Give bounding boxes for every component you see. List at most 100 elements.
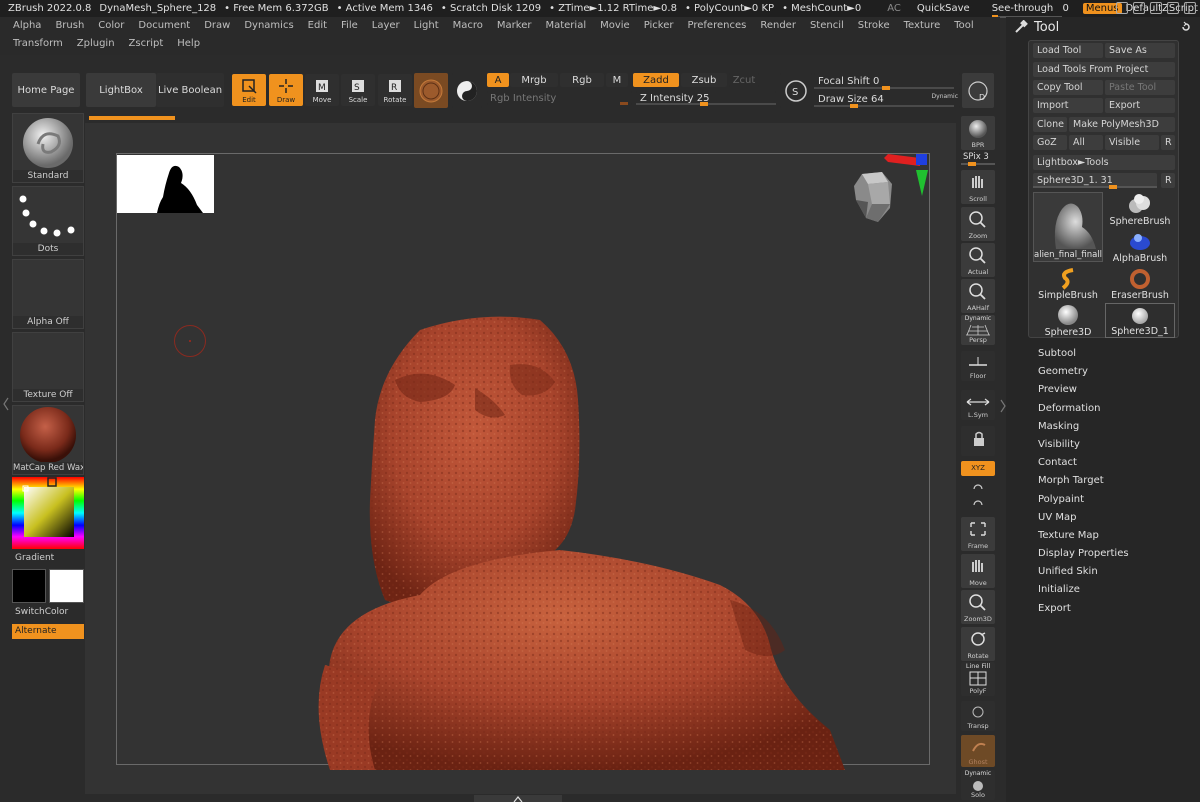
material-tile[interactable]: MatCap Red Wax <box>12 405 84 475</box>
tool-thumb-alien[interactable]: alien_final_finall <box>1033 192 1103 262</box>
goz-button[interactable]: GoZ <box>1033 135 1067 150</box>
actual-button[interactable]: Actual <box>961 243 995 277</box>
layout-icon[interactable] <box>1133 2 1145 14</box>
menu-render[interactable]: Render <box>753 17 803 35</box>
tool-thumb-sphere3d[interactable]: Sphere3D <box>1033 303 1103 338</box>
clone-button[interactable]: Clone <box>1033 117 1067 132</box>
a-button[interactable]: A <box>487 73 509 87</box>
polyf-button[interactable]: Line Fill PolyF <box>961 662 995 696</box>
menu-color[interactable]: Color <box>91 17 131 35</box>
scale-button[interactable]: S Scale <box>341 74 375 106</box>
goz-visible-button[interactable]: Visible <box>1105 135 1159 150</box>
menu-light[interactable]: Light <box>407 17 446 35</box>
tool-section-subtool[interactable]: Subtool <box>1038 345 1129 363</box>
tool-section-unified-skin[interactable]: Unified Skin <box>1038 563 1129 581</box>
menu-picker[interactable]: Picker <box>637 17 681 35</box>
alpha-off-tile[interactable]: Alpha Off <box>12 259 84 329</box>
paste-tool-button[interactable]: Paste Tool <box>1105 80 1175 95</box>
tool-section-morph-target[interactable]: Morph Target <box>1038 472 1129 490</box>
tool-section-initialize[interactable]: Initialize <box>1038 581 1129 599</box>
material-swatch-button[interactable] <box>414 73 448 108</box>
menu-preferences[interactable]: Preferences <box>681 17 754 35</box>
left-collapse-arrow[interactable] <box>3 396 9 412</box>
secondary-color-swatch[interactable] <box>12 569 46 603</box>
gradient-label[interactable]: Gradient <box>15 553 54 563</box>
spix-slider[interactable]: SPix 3 <box>963 152 989 162</box>
tool-thumb-alphabrush[interactable]: AlphaBrush <box>1105 229 1175 264</box>
zoom-button[interactable]: Zoom <box>961 207 995 241</box>
mrgb-button[interactable]: Mrgb <box>510 73 558 87</box>
switch-color-button[interactable]: SwitchColor <box>15 607 68 617</box>
menu-stroke[interactable]: Stroke <box>851 17 897 35</box>
menu-macro[interactable]: Macro <box>446 17 490 35</box>
menu-alpha[interactable]: Alpha <box>6 17 48 35</box>
zadd-button[interactable]: Zadd <box>633 73 679 87</box>
ac-button[interactable]: AC <box>887 3 901 14</box>
menu-dynamics[interactable]: Dynamics <box>237 17 300 35</box>
live-boolean-button[interactable]: Live Boolean <box>156 73 224 107</box>
menu-transform[interactable]: Transform <box>6 35 70 53</box>
tool-section-geometry[interactable]: Geometry <box>1038 363 1129 381</box>
aahalf-button[interactable]: AAHalf <box>961 279 995 313</box>
export-button[interactable]: Export <box>1105 98 1175 113</box>
tool-thumb-spherebrush[interactable]: SphereBrush <box>1105 192 1175 227</box>
tool-section-export[interactable]: Export <box>1038 600 1129 618</box>
tool-thumb-sphere3d-1[interactable]: Sphere3D_1 <box>1105 303 1175 338</box>
dynamic-label[interactable]: Dynamic <box>932 93 958 100</box>
persp-button[interactable]: Dynamic Persp <box>961 315 995 345</box>
zsub-button[interactable]: Zsub <box>681 73 727 87</box>
draw-button[interactable]: Draw <box>269 74 303 106</box>
rotate-view-button[interactable]: Rotate <box>961 627 995 661</box>
orientation-gizmo[interactable] <box>848 152 932 240</box>
import-button[interactable]: Import <box>1033 98 1103 113</box>
lightbox-tools-button[interactable]: Lightbox►Tools <box>1033 155 1175 170</box>
move-view-button[interactable]: Move <box>961 554 995 588</box>
tool-slider[interactable]: Sphere3D_1. 31 <box>1033 173 1157 189</box>
menu-zplugin[interactable]: Zplugin <box>70 35 122 53</box>
tool-thumb-simplebrush[interactable]: SimpleBrush <box>1033 266 1103 301</box>
color-picker[interactable] <box>12 477 84 549</box>
tool-section-display-properties[interactable]: Display Properties <box>1038 545 1129 563</box>
transp-button[interactable]: Transp <box>961 701 995 731</box>
tool-section-preview[interactable]: Preview <box>1038 381 1129 399</box>
focal-shift-slider[interactable]: Focal Shift 0 <box>814 73 960 90</box>
reset-icon[interactable] <box>1180 21 1192 33</box>
lightbox-button[interactable]: LightBox <box>86 73 156 107</box>
brush-standard-tile[interactable]: Standard <box>12 113 84 183</box>
home-page-button[interactable]: Home Page <box>12 73 80 107</box>
menu-texture[interactable]: Texture <box>897 17 948 35</box>
tool-slider-r-button[interactable]: R <box>1161 173 1175 188</box>
load-tools-from-project-button[interactable]: Load Tools From Project <box>1033 62 1175 77</box>
solo-button[interactable]: Dynamic Solo <box>961 770 995 800</box>
zcut-button[interactable]: Zcut <box>729 73 759 87</box>
texture-off-tile[interactable]: Texture Off <box>12 332 84 402</box>
maximize-icon[interactable] <box>1167 2 1179 14</box>
stroke-dots-tile[interactable]: Dots <box>12 186 84 256</box>
menu-movie[interactable]: Movie <box>593 17 637 35</box>
xyz-button[interactable]: XYZ <box>961 461 995 476</box>
menu-edit[interactable]: Edit <box>301 17 334 35</box>
zoom3d-button[interactable]: Zoom3D <box>961 590 995 624</box>
bottom-collapse-handle[interactable] <box>474 795 562 802</box>
tool-section-visibility[interactable]: Visibility <box>1038 436 1129 454</box>
goz-all-button[interactable]: All <box>1069 135 1103 150</box>
menu-marker[interactable]: Marker <box>490 17 539 35</box>
tool-section-polypaint[interactable]: Polypaint <box>1038 491 1129 509</box>
rotate-y-button[interactable] <box>970 496 986 512</box>
floor-button[interactable]: Floor <box>961 351 995 381</box>
tool-palette-header[interactable]: Tool <box>1006 17 1200 37</box>
color-mode-button[interactable] <box>452 73 482 108</box>
frame-button[interactable]: Frame <box>961 517 995 551</box>
lsym-button[interactable]: L.Sym <box>961 390 995 420</box>
menu-layer[interactable]: Layer <box>365 17 407 35</box>
rotate-z-button[interactable] <box>970 480 986 496</box>
tool-section-deformation[interactable]: Deformation <box>1038 400 1129 418</box>
tool-section-texture-map[interactable]: Texture Map <box>1038 527 1129 545</box>
bpr-button[interactable]: BPR <box>961 116 995 150</box>
move-button[interactable]: M Move <box>305 74 339 106</box>
menu-brush[interactable]: Brush <box>48 17 91 35</box>
close-icon[interactable] <box>1184 2 1196 14</box>
navigator-thumbnail[interactable] <box>117 155 214 213</box>
copy-tool-button[interactable]: Copy Tool <box>1033 80 1103 95</box>
menu-help[interactable]: Help <box>170 35 207 53</box>
